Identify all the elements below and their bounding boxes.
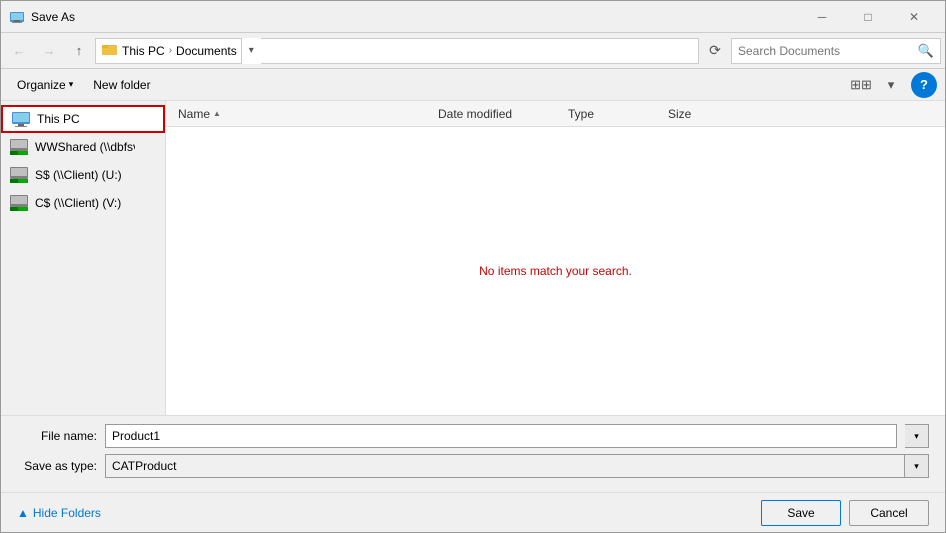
refresh-button[interactable]: ⟳	[701, 38, 729, 64]
dialog-title: Save As	[31, 10, 799, 24]
new-folder-label: New folder	[93, 78, 150, 92]
col-name-label: Name	[178, 107, 210, 121]
maximize-button[interactable]: □	[845, 1, 891, 33]
filename-input[interactable]	[105, 424, 897, 448]
col-size-label: Size	[668, 107, 691, 121]
col-header-date[interactable]: Date modified	[434, 107, 564, 121]
ss-drive-icon	[9, 167, 29, 183]
search-input[interactable]	[738, 44, 918, 58]
sidebar-item-ss-drive[interactable]: S$ (\\Client) (U:)	[1, 161, 165, 189]
savetype-row: Save as type: CATProduct ▾	[17, 454, 929, 478]
filename-row: File name: ▾	[17, 424, 929, 448]
toolbar: Organize ▾ New folder ⊞⊞ ▾ ?	[1, 69, 945, 101]
content-area: Name ▲ Date modified Type Size No items …	[166, 101, 945, 415]
address-dropdown-button[interactable]: ▾	[241, 38, 261, 64]
breadcrumb-thispc[interactable]: This PC	[122, 44, 165, 58]
hide-folders-button[interactable]: ▲ Hide Folders	[17, 506, 101, 520]
thispc-label: This PC	[37, 112, 80, 126]
title-bar: Save As ─ □ ✕	[1, 1, 945, 33]
up-button[interactable]: ↑	[65, 37, 93, 65]
folder-icon	[102, 42, 118, 59]
col-name-sort-icon: ▲	[213, 109, 221, 118]
back-button[interactable]: ←	[5, 37, 33, 65]
close-button[interactable]: ✕	[891, 1, 937, 33]
col-date-label: Date modified	[438, 107, 512, 121]
ss-drive-label: S$ (\\Client) (U:)	[35, 168, 122, 182]
help-button[interactable]: ?	[911, 72, 937, 98]
address-path[interactable]: This PC › Documents ▾	[95, 38, 699, 64]
back-arrow-icon: ←	[13, 43, 26, 58]
save-button[interactable]: Save	[761, 500, 841, 526]
up-arrow-icon: ↑	[76, 43, 83, 58]
hide-folders-arrow-icon: ▲	[17, 506, 29, 520]
col-header-type[interactable]: Type	[564, 107, 664, 121]
savetype-value: CATProduct	[112, 459, 922, 473]
forward-button[interactable]: →	[35, 37, 63, 65]
organize-button[interactable]: Organize ▾	[9, 73, 81, 97]
bottom-form: File name: ▾ Save as type: CATProduct ▾	[1, 415, 945, 492]
save-as-dialog: Save As ─ □ ✕ ← → ↑ This PC ›	[0, 0, 946, 533]
view-mode-button[interactable]: ⊞⊞	[847, 73, 875, 97]
title-bar-controls: ─ □ ✕	[799, 1, 937, 33]
address-bar: ← → ↑ This PC › Documents ▾ ⟳	[1, 33, 945, 69]
footer-row: ▲ Hide Folders Save Cancel	[1, 492, 945, 532]
footer-actions: Save Cancel	[761, 500, 929, 526]
refresh-icon: ⟳	[709, 42, 721, 59]
minimize-button[interactable]: ─	[799, 1, 845, 33]
help-icon: ?	[920, 77, 928, 92]
view-dropdown-arrow-icon: ▾	[888, 77, 895, 93]
new-folder-button[interactable]: New folder	[85, 73, 158, 97]
cs-drive-icon	[9, 195, 29, 211]
empty-message: No items match your search.	[479, 264, 632, 278]
view-dropdown-button[interactable]: ▾	[877, 73, 905, 97]
breadcrumb-documents: Documents	[176, 44, 237, 58]
filename-dropdown-button[interactable]: ▾	[905, 424, 929, 448]
filename-label: File name:	[17, 429, 97, 443]
sidebar-item-wwshared[interactable]: WWShared (\\dbfsv...	[1, 133, 165, 161]
savetype-label: Save as type:	[17, 459, 97, 473]
col-header-size[interactable]: Size	[664, 107, 744, 121]
organize-dropdown-icon: ▾	[69, 79, 74, 90]
organize-label: Organize	[17, 78, 66, 92]
savetype-select[interactable]: CATProduct ▾	[105, 454, 929, 478]
hide-folders-label: Hide Folders	[33, 506, 101, 520]
cancel-button[interactable]: Cancel	[849, 500, 929, 526]
search-icon-button[interactable]: 🔍	[918, 43, 934, 59]
savetype-dropdown-button[interactable]: ▾	[904, 455, 928, 477]
view-grid-icon: ⊞⊞	[850, 77, 872, 93]
sidebar-item-cs-drive[interactable]: C$ (\\Client) (V:)	[1, 189, 165, 217]
content-body: No items match your search.	[166, 127, 945, 415]
view-controls: ⊞⊞ ▾ ?	[847, 72, 937, 98]
sidebar: This PC WWShared (\\dbfsv...	[1, 101, 166, 415]
main-area: This PC WWShared (\\dbfsv...	[1, 101, 945, 415]
col-type-label: Type	[568, 107, 594, 121]
sidebar-item-thispc[interactable]: This PC	[1, 105, 165, 133]
cs-drive-label: C$ (\\Client) (V:)	[35, 196, 121, 210]
dialog-icon	[9, 9, 25, 25]
breadcrumb-separator: ›	[169, 45, 172, 56]
wwshared-label: WWShared (\\dbfsv...	[35, 140, 135, 154]
search-box[interactable]: 🔍	[731, 38, 941, 64]
wwshared-drive-icon	[9, 139, 29, 155]
col-header-name[interactable]: Name ▲	[174, 107, 434, 121]
search-icon: 🔍	[918, 43, 934, 58]
forward-arrow-icon: →	[43, 43, 56, 58]
thispc-icon	[11, 111, 31, 127]
column-header: Name ▲ Date modified Type Size	[166, 101, 945, 127]
